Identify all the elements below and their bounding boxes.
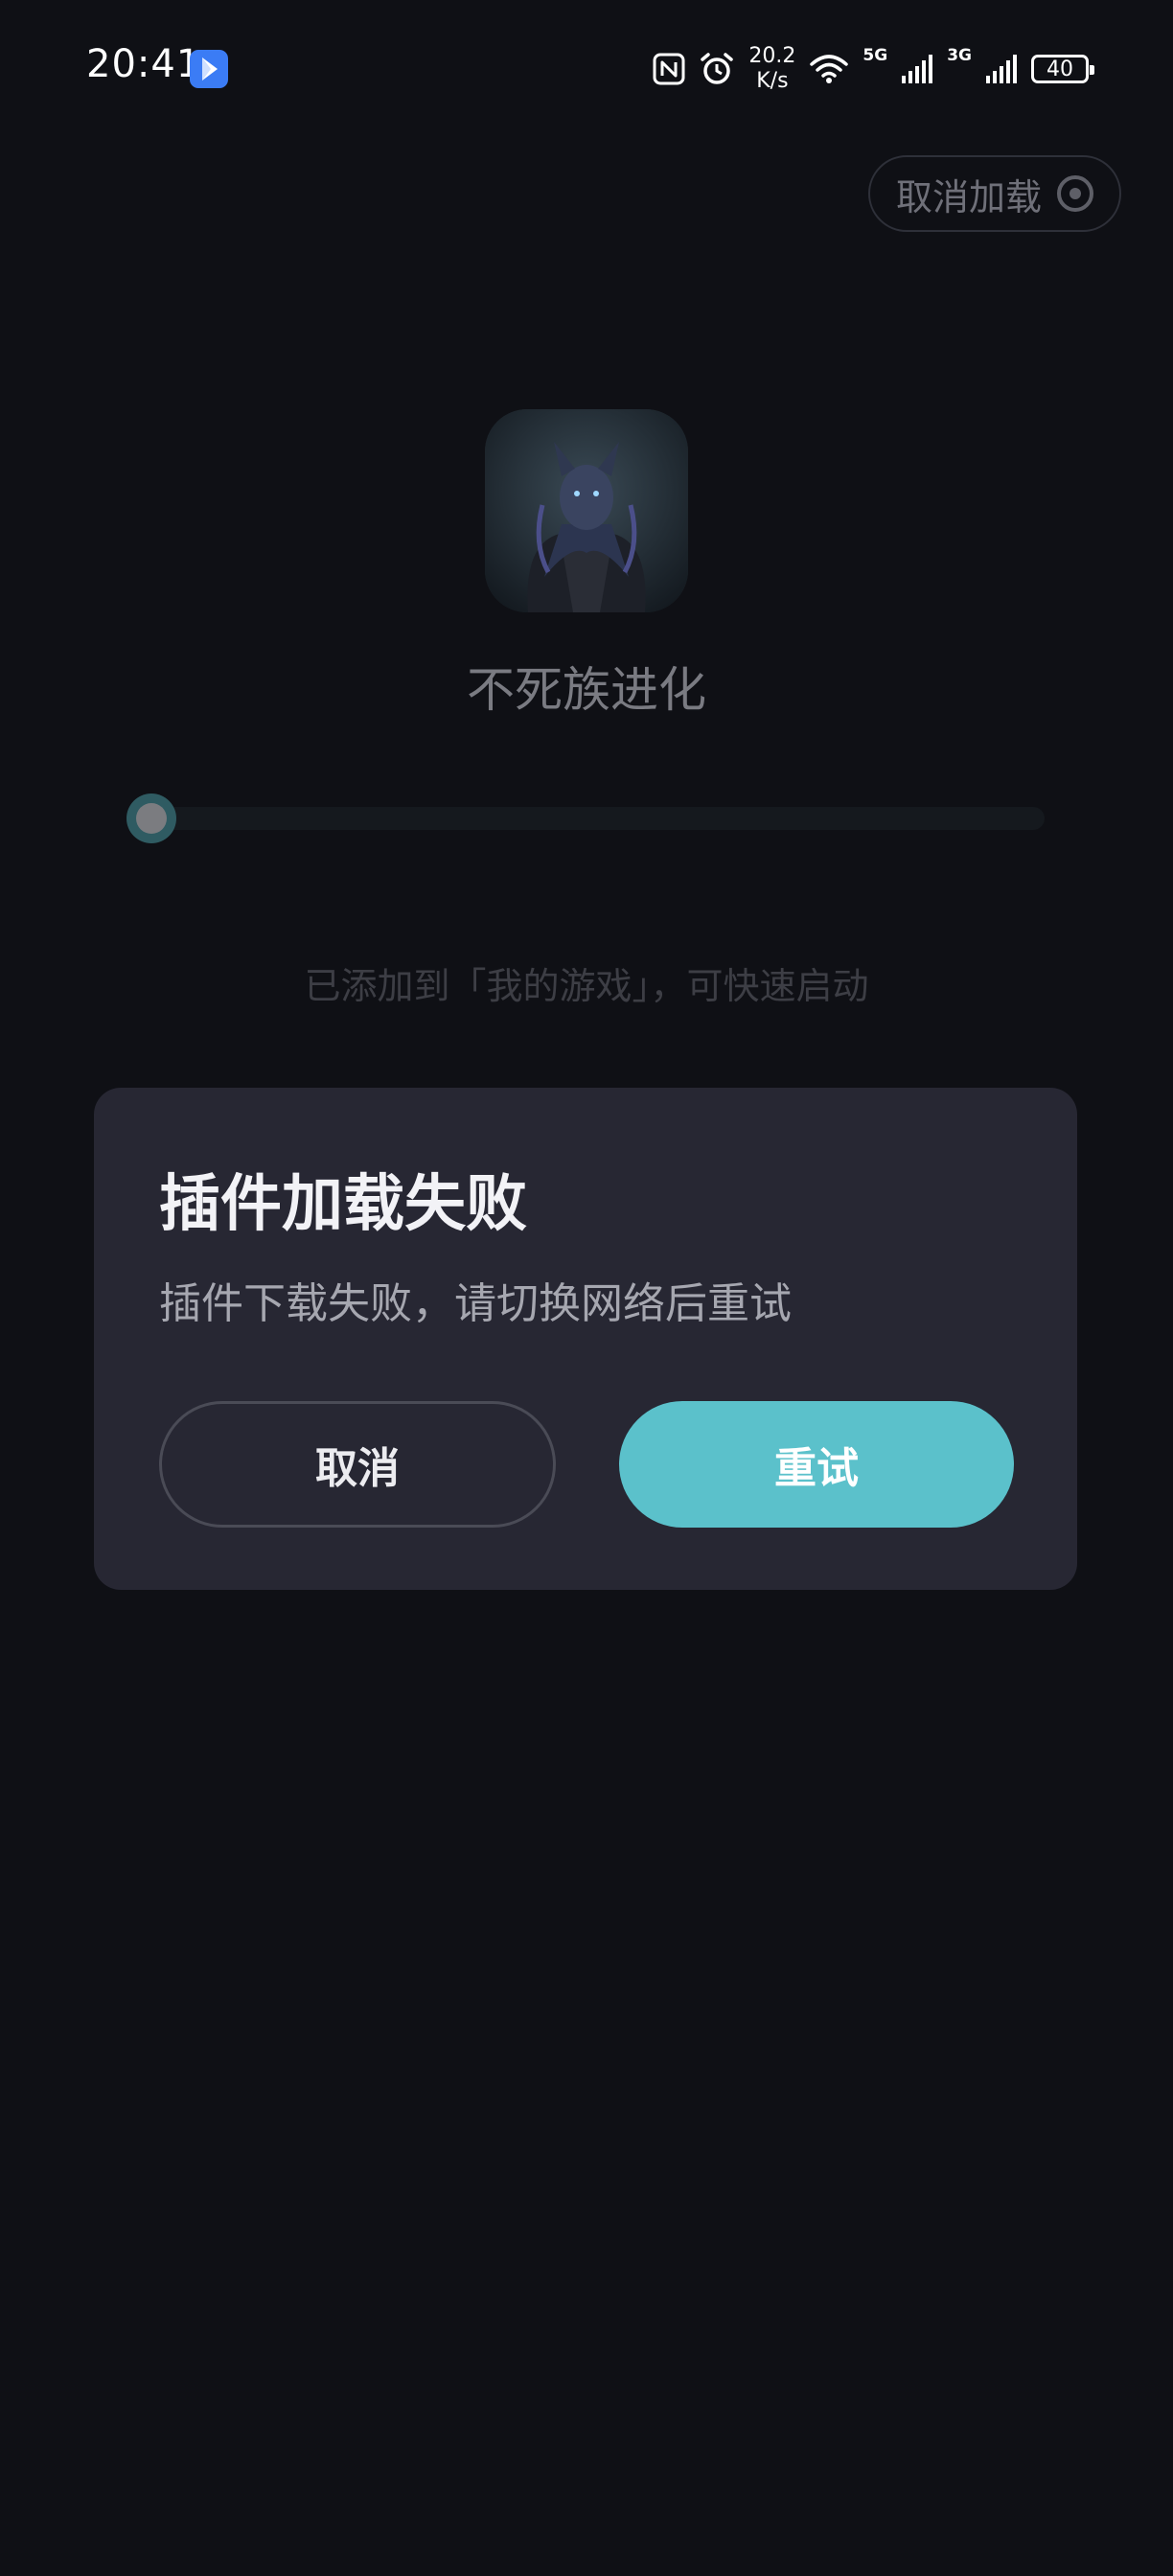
- cancel-button-label: 取消: [315, 1444, 400, 1493]
- loading-progress-thumb: [126, 794, 176, 843]
- signal-icon: [901, 53, 933, 85]
- network-speed-value: 20.2: [748, 44, 796, 68]
- added-to-my-games-hint: 已添加到「我的游戏」，可快速启动: [304, 965, 869, 1007]
- game-icon: [485, 409, 688, 612]
- retry-button[interactable]: 重试: [619, 1401, 1014, 1528]
- signal-icon: [985, 53, 1018, 85]
- status-bar: 20:41 20.2 K/s 5G 3G 40: [0, 0, 1173, 134]
- app-notification-icon: [190, 50, 228, 88]
- status-icons: 20.2 K/s 5G 3G 40: [653, 40, 1094, 98]
- battery-level: 40: [1046, 57, 1073, 81]
- network-speed: 20.2 K/s: [748, 44, 795, 94]
- cancel-loading-button[interactable]: 取消加载: [868, 155, 1121, 232]
- stop-circle-icon: [1057, 175, 1093, 212]
- battery-icon: 40: [1031, 55, 1094, 83]
- network-speed-unit: K/s: [756, 69, 789, 93]
- dialog-title: 插件加载失败: [159, 1169, 527, 1240]
- dialog-message: 插件下载失败，请切换网络后重试: [159, 1279, 792, 1328]
- cancel-button[interactable]: 取消: [159, 1401, 556, 1528]
- plugin-load-failed-dialog: 插件加载失败 插件下载失败，请切换网络后重试 取消 重试: [94, 1088, 1077, 1590]
- cancel-loading-label: 取消加载: [895, 175, 1042, 218]
- wifi-icon: [809, 53, 849, 85]
- signal-2-label: 3G: [947, 46, 972, 65]
- signal-1-label: 5G: [862, 46, 888, 65]
- nfc-icon: [653, 53, 685, 85]
- retry-button-label: 重试: [774, 1444, 859, 1493]
- loading-progress-bar: [151, 807, 1045, 830]
- alarm-icon: [699, 51, 735, 87]
- game-name: 不死族进化: [467, 662, 706, 718]
- status-time: 20:41: [86, 42, 202, 86]
